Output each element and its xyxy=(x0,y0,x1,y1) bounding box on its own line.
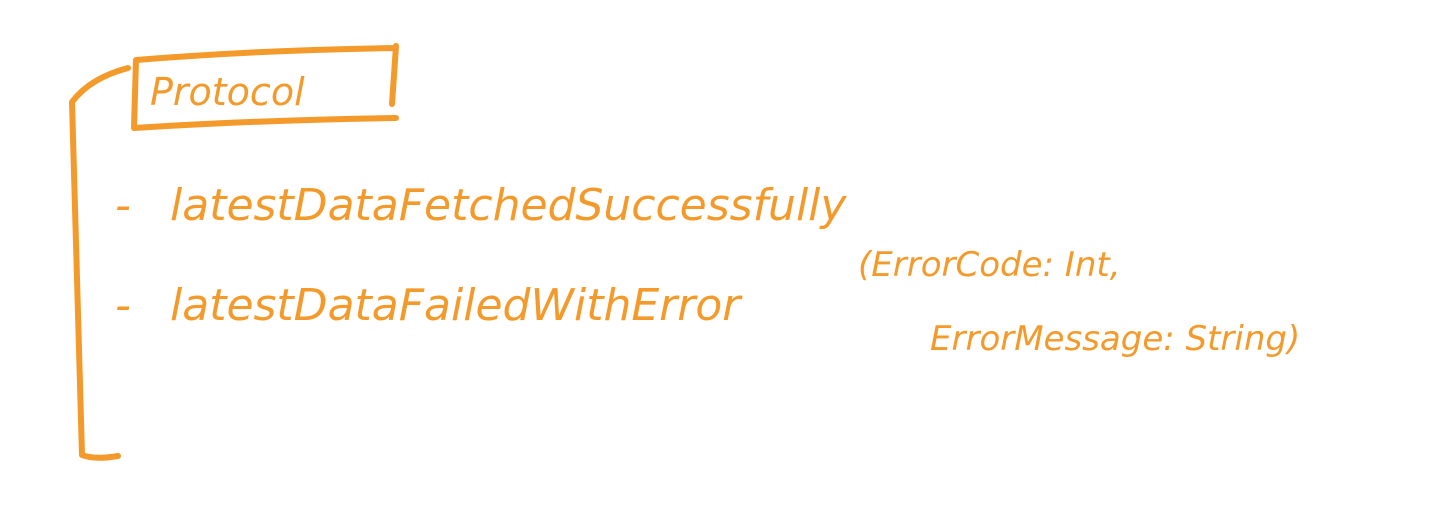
item-bullet-2: - xyxy=(115,280,131,331)
item-latest-data-fetched-successfully: latestDataFetchedSuccessfully xyxy=(170,180,847,231)
protocol-title: Protocol xyxy=(150,70,305,114)
item-bullet-1: - xyxy=(115,180,131,231)
item-latest-data-failed-with-error: latestDataFailedWithError xyxy=(170,280,743,331)
whiteboard-canvas: Protocol - latestDataFetchedSuccessfully… xyxy=(69,43,1300,461)
error-params-line-1: (ErrorCode: Int, xyxy=(858,245,1121,285)
error-params-line-2: ErrorMessage: String) xyxy=(930,319,1300,359)
protocol-bracket xyxy=(69,65,131,461)
